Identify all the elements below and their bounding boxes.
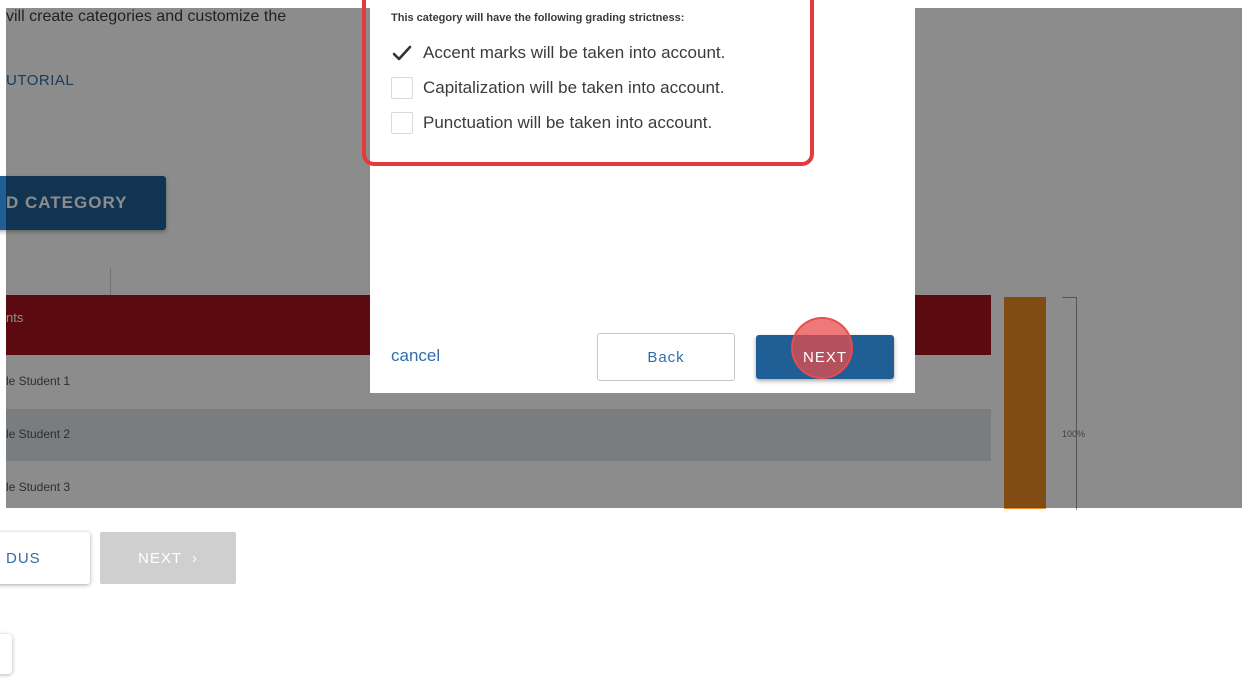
accent-marks-label: Accent marks will be taken into account. [423,43,726,62]
category-modal: This category will have the following gr… [362,0,915,393]
previous-button[interactable]: DUS [0,532,90,584]
chevron-right-icon: › [192,549,198,567]
next-page-button[interactable]: NEXT › [100,532,236,584]
checkmark-icon [392,45,412,61]
back-button[interactable]: Back [597,333,735,381]
accent-marks-option[interactable]: Accent marks will be taken into account. [391,42,725,64]
next-page-label: NEXT [137,549,182,567]
page: vill create categories and customize the… [0,0,1242,695]
capitalization-option[interactable]: Capitalization will be taken into accoun… [391,77,724,99]
capitalization-label: Capitalization will be taken into accoun… [423,78,725,97]
accent-marks-checkbox[interactable] [391,42,413,64]
punctuation-option[interactable]: Punctuation will be taken into account. [391,112,712,134]
punctuation-label: Punctuation will be taken into account. [423,113,713,132]
punctuation-checkbox[interactable] [391,112,413,134]
partial-button[interactable] [0,634,12,674]
next-button-label: NEXT [802,348,847,366]
cancel-link[interactable]: cancel [391,346,440,366]
capitalization-checkbox[interactable] [391,77,413,99]
strictness-heading: This category will have the following gr… [391,12,685,24]
